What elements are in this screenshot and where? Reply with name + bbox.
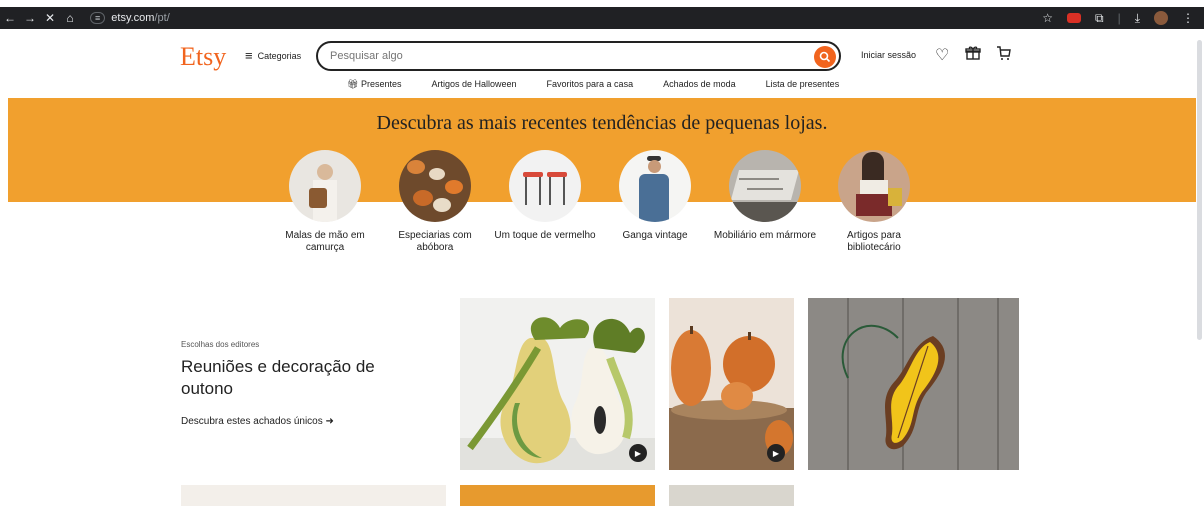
editors-link-label: Descubra estes achados únicos bbox=[181, 416, 323, 427]
gift-icon: 🎁︎ bbox=[347, 79, 361, 89]
extensions-puzzle-icon[interactable]: ⧉ bbox=[1095, 11, 1104, 26]
back-icon[interactable]: ← bbox=[0, 11, 20, 25]
trend-item-touch-of-red[interactable]: Um toque de vermelho bbox=[490, 150, 600, 242]
home-icon[interactable]: ⌂ bbox=[60, 11, 80, 25]
site-info-icon[interactable]: ≡ bbox=[90, 12, 106, 24]
trend-item-suede-bags[interactable]: Malas de mão em camurça bbox=[270, 150, 380, 254]
gift-icon[interactable] bbox=[965, 45, 981, 66]
categories-label: Categorias bbox=[257, 50, 302, 61]
browser-chrome: ← → ✕ ⌂ ≡ etsy.com/pt/ ☆ ⧉ | ⤓ ⋮ bbox=[0, 0, 1204, 32]
product-tile-leaf-ornament[interactable] bbox=[808, 298, 1019, 470]
menu-kebab-icon[interactable]: ⋮ bbox=[1182, 11, 1194, 25]
search-bar bbox=[316, 41, 841, 71]
trend-image bbox=[619, 150, 691, 222]
download-icon[interactable]: ⤓ bbox=[1135, 11, 1140, 26]
cart-icon[interactable] bbox=[996, 45, 1012, 66]
play-icon[interactable]: ▶ bbox=[767, 444, 785, 462]
trend-label: Malas de mão em camurça bbox=[285, 230, 365, 253]
subnav-halloween[interactable]: Artigos de Halloween bbox=[431, 79, 516, 90]
etsy-logo[interactable]: Etsy bbox=[180, 42, 226, 72]
url-host: etsy.com bbox=[111, 12, 155, 24]
leaf-ornament-image bbox=[808, 298, 1019, 470]
browser-toolbar: ← → ✕ ⌂ ≡ etsy.com/pt/ ☆ ⧉ | ⤓ ⋮ bbox=[0, 7, 1204, 29]
subnav-presents[interactable]: 🎁︎ Presentes bbox=[347, 79, 401, 90]
editors-link[interactable]: Descubra estes achados únicos ➜ bbox=[181, 416, 334, 427]
trend-label: Especiarias com abóbora bbox=[398, 230, 472, 253]
heart-icon[interactable]: ♡ bbox=[935, 45, 949, 65]
browser-actions: ☆ ⧉ | ⤓ ⋮ bbox=[1042, 11, 1204, 26]
trend-label: Artigos para bibliotecário bbox=[847, 230, 901, 253]
trend-item-vintage-denim[interactable]: Ganga vintage bbox=[600, 150, 710, 242]
url-path: /pt/ bbox=[154, 12, 170, 24]
trend-item-librarian[interactable]: Artigos para bibliotecário bbox=[819, 150, 929, 254]
product-tile-pears[interactable]: ▶ bbox=[460, 298, 655, 470]
search-button[interactable] bbox=[814, 46, 836, 68]
sub-navigation: 🎁︎ Presentes Artigos de Halloween Favori… bbox=[347, 79, 839, 90]
subnav-home-favorites[interactable]: Favoritos para a casa bbox=[547, 79, 634, 90]
trend-image bbox=[838, 150, 910, 222]
editors-title: Reuniões e decoração de outono bbox=[181, 357, 375, 398]
trend-label: Ganga vintage bbox=[622, 230, 688, 241]
subnav-gift-list[interactable]: Lista de presentes bbox=[766, 79, 840, 90]
trend-label: Um toque de vermelho bbox=[494, 230, 596, 241]
trend-label: Mobiliário em mármore bbox=[713, 230, 817, 241]
trend-item-marble-furniture[interactable]: Mobiliário em mármore bbox=[710, 150, 820, 242]
product-tile-bottom-3[interactable] bbox=[669, 485, 794, 506]
trend-image bbox=[289, 150, 361, 222]
product-tile-bottom-1[interactable] bbox=[181, 485, 446, 506]
forward-icon[interactable]: → bbox=[20, 11, 40, 25]
page-scrollbar[interactable] bbox=[1197, 40, 1202, 340]
signin-link[interactable]: Iniciar sessão bbox=[861, 50, 916, 60]
profile-avatar[interactable] bbox=[1154, 11, 1168, 25]
play-icon[interactable]: ▶ bbox=[629, 444, 647, 462]
extension-icon[interactable] bbox=[1066, 13, 1081, 23]
subnav-fashion[interactable]: Achados de moda bbox=[663, 79, 736, 90]
hamburger-icon: ≡ bbox=[245, 48, 253, 63]
pears-image bbox=[460, 298, 655, 470]
trend-item-pumpkin-spice[interactable]: Especiarias com abóbora bbox=[380, 150, 490, 254]
product-tile-bottom-2[interactable] bbox=[460, 485, 655, 506]
site-header: Etsy ≡ Categorias Iniciar sessão ♡ 🎁︎ Pr… bbox=[0, 32, 1204, 98]
product-tile-pumpkin-candles[interactable]: ▶ bbox=[669, 298, 794, 470]
stop-icon[interactable]: ✕ bbox=[40, 11, 60, 25]
search-input[interactable] bbox=[330, 50, 800, 62]
editors-eyebrow: Escolhas dos editores bbox=[181, 340, 260, 349]
search-icon bbox=[819, 51, 831, 63]
divider: | bbox=[1117, 11, 1121, 25]
arrow-right-icon: ➜ bbox=[325, 416, 334, 427]
bookmark-star-icon[interactable]: ☆ bbox=[1042, 11, 1053, 25]
categories-button[interactable]: ≡ Categorias bbox=[245, 48, 301, 63]
address-bar[interactable]: ≡ etsy.com/pt/ bbox=[90, 12, 170, 24]
trend-image bbox=[509, 150, 581, 222]
subnav-presents-label: Presentes bbox=[360, 79, 402, 89]
banner-title: Descubra as mais recentes tendências de … bbox=[376, 112, 828, 134]
trend-image bbox=[399, 150, 471, 222]
trend-image bbox=[729, 150, 801, 222]
